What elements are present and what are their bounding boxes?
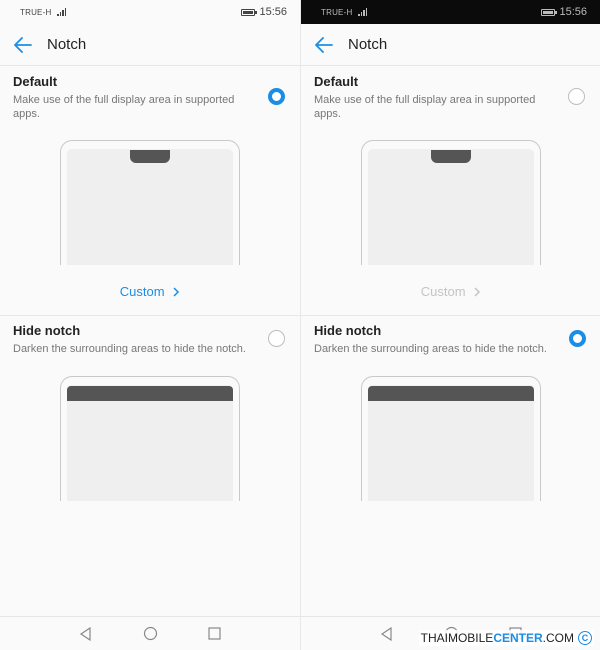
phone-preview-hide <box>60 376 240 501</box>
square-recent-icon[interactable] <box>205 625 223 643</box>
page-title: Notch <box>348 36 388 53</box>
clock: 15:56 <box>559 6 587 18</box>
battery-icon <box>241 8 258 16</box>
signal-icon <box>57 8 67 16</box>
chevron-right-icon <box>173 287 180 297</box>
option-description: Darken the surrounding areas to hide the… <box>314 343 547 355</box>
custom-label: Custom <box>420 284 466 299</box>
option-hide-notch[interactable]: Hide notch Darken the surrounding areas … <box>0 315 300 365</box>
option-hide-notch[interactable]: Hide notch Darken the surrounding areas … <box>301 315 600 365</box>
dark-status-bar-shape <box>368 386 534 401</box>
signal-icon <box>358 8 368 16</box>
radio-hide-notch[interactable] <box>569 330 586 347</box>
option-default[interactable]: Default Make use of the full display are… <box>0 66 300 140</box>
watermark: THAIMOBILECENTER.COM C <box>418 630 594 646</box>
carrier-label: TRUE-H <box>321 7 353 17</box>
custom-label: Custom <box>119 284 165 299</box>
phone-preview-default <box>361 140 541 265</box>
radio-default[interactable] <box>568 88 585 105</box>
navigation-bar <box>0 616 300 650</box>
watermark-text: THAIMOBILECENTER.COM <box>420 631 574 645</box>
page-title: Notch <box>47 36 87 53</box>
app-header: Notch <box>301 24 600 66</box>
option-title: Hide notch <box>13 323 81 338</box>
screen-right: TRUE-H 15:56 Notch Default Make use of t… <box>300 0 600 650</box>
phone-preview-hide <box>361 376 541 501</box>
radio-hide-notch[interactable] <box>268 330 285 347</box>
option-title: Default <box>314 74 359 89</box>
option-description: Make use of the full display area in sup… <box>13 94 235 120</box>
battery-icon <box>541 8 558 16</box>
carrier-label: TRUE-H <box>20 7 52 17</box>
clock: 15:56 <box>259 6 287 18</box>
radio-default[interactable] <box>268 88 285 105</box>
option-title: Default <box>13 74 58 89</box>
status-bar: TRUE-H 15:56 <box>0 0 300 24</box>
option-title: Hide notch <box>314 323 382 338</box>
screen-left: TRUE-H 15:56 Notch Default Make use of t… <box>0 0 300 650</box>
option-description: Make use of the full display area in sup… <box>314 94 536 120</box>
option-default[interactable]: Default Make use of the full display are… <box>301 66 600 140</box>
phone-preview-default <box>60 140 240 265</box>
option-description: Darken the surrounding areas to hide the… <box>13 343 246 355</box>
copyright-icon: C <box>578 631 592 645</box>
back-arrow-icon[interactable] <box>12 34 34 56</box>
status-bar: TRUE-H 15:56 <box>301 0 600 24</box>
custom-link: Custom <box>301 284 600 299</box>
back-arrow-icon[interactable] <box>313 34 335 56</box>
app-header: Notch <box>0 24 300 66</box>
dark-status-bar-shape <box>67 386 233 401</box>
chevron-right-icon <box>474 287 481 297</box>
triangle-back-icon[interactable] <box>77 625 95 643</box>
circle-home-icon[interactable] <box>141 625 159 643</box>
notch-shape <box>130 150 170 163</box>
custom-link[interactable]: Custom <box>0 284 300 299</box>
notch-shape <box>431 150 471 163</box>
triangle-back-icon[interactable] <box>378 625 396 643</box>
